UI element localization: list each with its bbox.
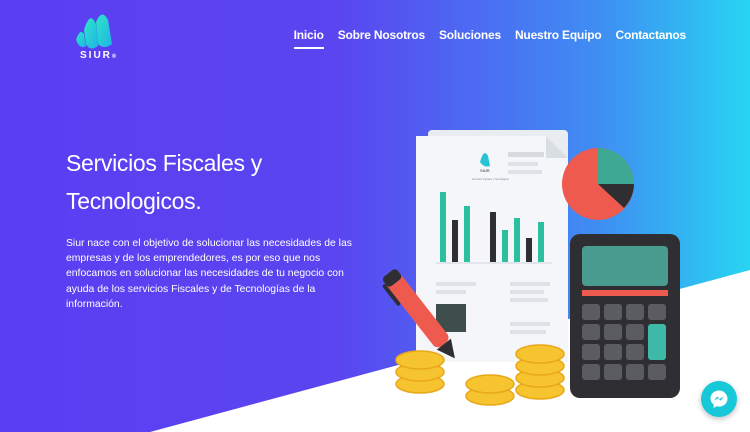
calculator-icon	[570, 234, 680, 398]
svg-text:SIUR.: SIUR.	[480, 168, 491, 173]
nav-item-soluciones[interactable]: Soluciones	[439, 28, 501, 49]
nav-item-nuestro-equipo[interactable]: Nuestro Equipo	[515, 28, 602, 49]
hero-title-line1: Servicios Fiscales y	[66, 150, 262, 176]
hero-title-line2: Tecnologicos.	[66, 188, 202, 214]
nav-item-contactanos[interactable]: Contactanos	[616, 28, 687, 49]
main-nav: Inicio Sobre Nosotros Soluciones Nuestro…	[293, 28, 687, 49]
messenger-icon	[710, 390, 728, 408]
logo-wordmark: SIUR®	[80, 50, 119, 61]
hero-section: SIUR® Inicio Sobre Nosotros Soluciones N…	[0, 0, 750, 432]
messenger-chat-button[interactable]	[701, 381, 737, 417]
finance-illustration: SIUR. Servicios Fiscales y Tecnológicos	[382, 130, 680, 406]
hero-title: Servicios Fiscales y Tecnologicos.	[66, 144, 366, 220]
hero-description: Siur nace con el objetivo de solucionar …	[66, 238, 352, 310]
nav-item-sobre-nosotros[interactable]: Sobre Nosotros	[338, 28, 425, 49]
svg-text:Servicios Fiscales y Tecnológi: Servicios Fiscales y Tecnológicos	[472, 178, 510, 181]
nav-item-inicio[interactable]: Inicio	[293, 28, 324, 49]
pie-chart-icon	[562, 148, 634, 220]
